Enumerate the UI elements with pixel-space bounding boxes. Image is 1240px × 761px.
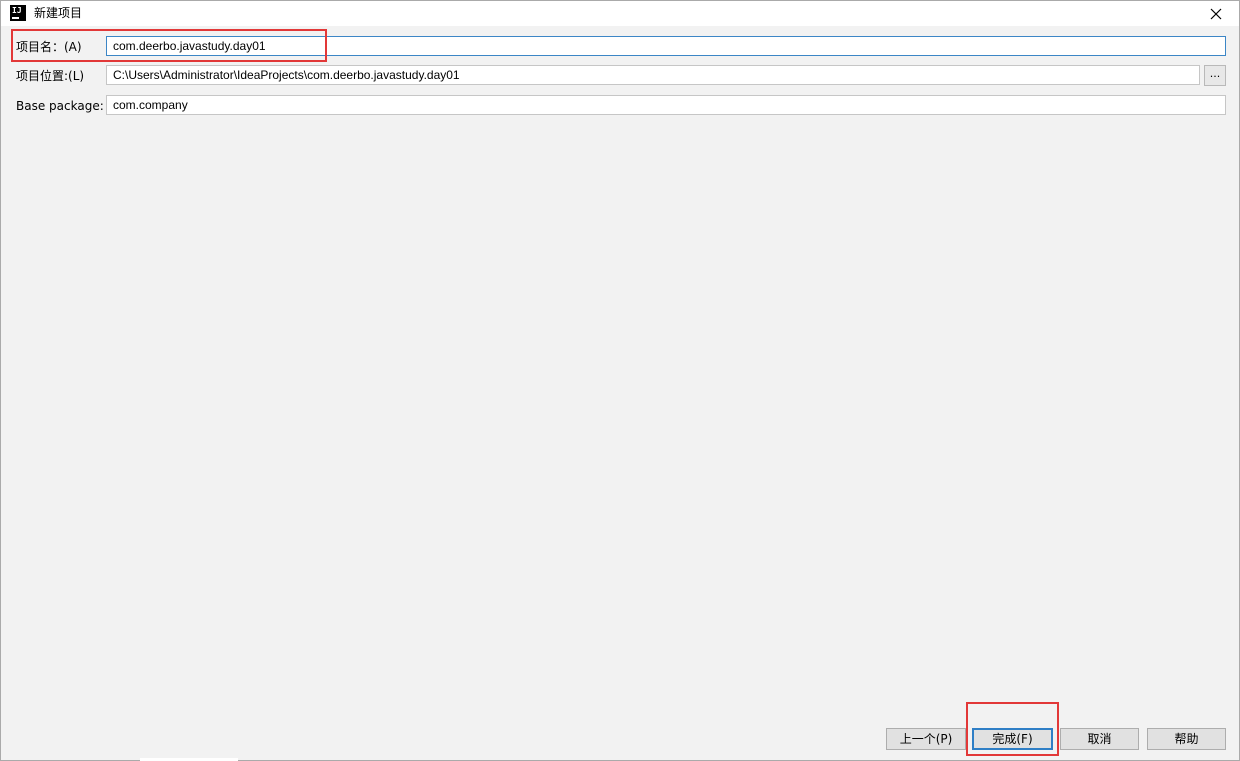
browse-location-button[interactable]: ... — [1204, 65, 1226, 86]
title-bar: IJ 新建项目 — [1, 1, 1239, 26]
help-button[interactable]: 帮助 — [1147, 728, 1226, 750]
new-project-dialog: IJ 新建项目 项目名：(A) 项目位置:(L) ... Base packag… — [0, 0, 1240, 761]
intellij-idea-icon: IJ — [10, 5, 26, 21]
previous-button[interactable]: 上一个(P) — [886, 728, 966, 750]
window-title: 新建项目 — [34, 6, 83, 20]
finish-button[interactable]: 完成(F) — [972, 728, 1053, 750]
base-package-input[interactable] — [106, 95, 1226, 115]
project-name-label: 项目名：(A) — [16, 40, 82, 54]
close-icon — [1210, 8, 1222, 19]
project-name-input[interactable] — [106, 36, 1226, 56]
project-location-label: 项目位置:(L) — [16, 69, 85, 83]
cancel-button[interactable]: 取消 — [1060, 728, 1139, 750]
close-button[interactable] — [1201, 1, 1231, 26]
project-location-input[interactable] — [106, 65, 1200, 85]
base-package-label: Base package: — [16, 99, 104, 113]
